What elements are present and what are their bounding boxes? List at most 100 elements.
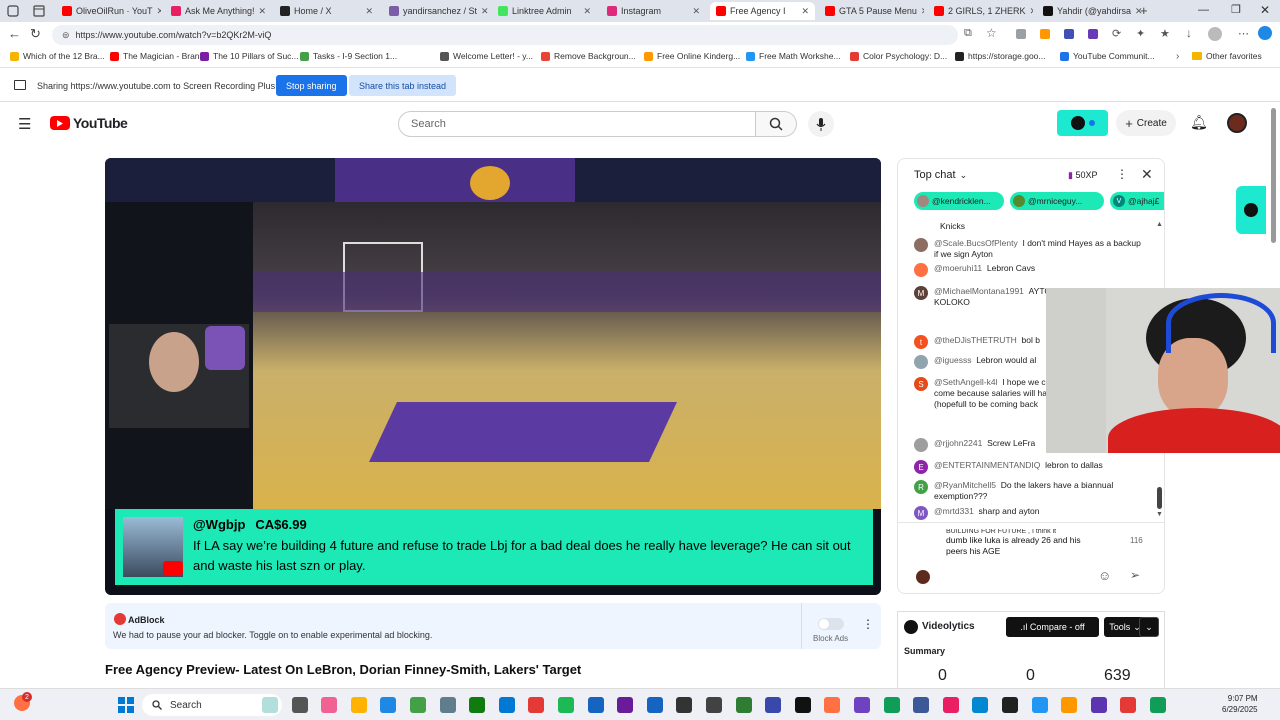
extension-icon[interactable] [1064, 29, 1074, 39]
chat-message[interactable]: @moeruhi11 Lebron Cavs [914, 263, 1144, 277]
close-tab-icon[interactable]: ✕ [801, 6, 809, 17]
taskbar-app-icon[interactable] [1002, 697, 1018, 713]
taskbar-app-icon[interactable] [1061, 697, 1078, 713]
browser-menu-icon[interactable] [6, 4, 20, 18]
new-tab-button[interactable]: + [1140, 3, 1148, 18]
taskbar-app-icon[interactable] [617, 697, 634, 713]
pinned-chip[interactable]: V @ajhaj£ [1110, 192, 1164, 210]
extensions-puzzle-icon[interactable]: ✦ [1136, 27, 1145, 40]
scroll-down-icon[interactable]: ▼ [1156, 511, 1163, 518]
taskbar-app-icon[interactable] [350, 697, 367, 713]
taskbar-app-icon[interactable] [765, 697, 782, 713]
scroll-up-icon[interactable]: ▲ [1156, 221, 1163, 228]
taskbar-app-icon[interactable] [1120, 697, 1137, 713]
browser-tab[interactable]: Yahdir (@yahdirsa ✕ [1037, 2, 1142, 20]
video-player[interactable]: @Wgbjp CA$6.99 If LA say we’re building … [105, 158, 881, 595]
taskbar-app-icon[interactable] [528, 697, 545, 713]
taskbar-app-icon[interactable] [854, 697, 870, 713]
hamburger-menu-icon[interactable]: ☰ [18, 115, 31, 133]
taskbar-app-icon[interactable] [706, 697, 722, 713]
url-field[interactable]: ⊜ https://www.youtube.com/watch?v=b2QKr2… [52, 25, 958, 45]
top-chat-dropdown[interactable]: Top chat ⌄ [914, 169, 967, 181]
bookmark-item[interactable]: The Magician - Bran... [110, 51, 207, 61]
taskbar-app-icon[interactable] [1090, 697, 1107, 713]
bookmark-item[interactable]: Free Online Kinderg... [644, 51, 740, 61]
browser-tab[interactable]: OliveOilRun · YouT ✕ [56, 2, 161, 20]
taskbar-app-icon[interactable] [410, 697, 426, 713]
close-tab-icon[interactable]: ✕ [921, 6, 924, 17]
extension-button[interactable] [1057, 110, 1108, 136]
taskbar-app-icon[interactable] [587, 697, 604, 713]
taskbar-app-icon[interactable] [942, 697, 959, 713]
chat-message[interactable]: @Scale.BucsOfPlenty I don't mind Hayes a… [914, 238, 1144, 260]
bookmark-item[interactable]: Tasks - I-9 Section 1... [300, 51, 397, 61]
profile-avatar[interactable] [1208, 27, 1222, 41]
reload-icon[interactable]: ↻ [30, 26, 41, 42]
taskbar-app-icon[interactable] [291, 697, 308, 713]
favorites-icon[interactable]: ★ [1160, 27, 1170, 40]
more-menu-icon[interactable]: ⋯ [1238, 27, 1249, 40]
chat-message[interactable]: E @ENTERTAINMENTANDIQ lebron to dallas [914, 460, 1144, 474]
browser-tab[interactable]: Ask Me Anything! ✕ [165, 2, 270, 20]
back-icon[interactable]: ← [8, 26, 21, 41]
close-chat-icon[interactable]: ✕ [1141, 166, 1153, 183]
stop-sharing-button[interactable]: Stop sharing [276, 75, 347, 96]
chat-message[interactable]: R @RyanMitchell5 Do the lakers have a bia… [914, 480, 1144, 502]
chat-menu-icon[interactable]: ⋮ [1116, 167, 1128, 181]
site-info-icon[interactable]: ⊜ [62, 30, 70, 41]
chevron-right-icon[interactable]: › [1176, 51, 1179, 62]
create-button[interactable]: + Create [1116, 110, 1176, 136]
extension-icon[interactable]: ⟳ [1112, 27, 1121, 40]
browser-tab[interactable]: Home / X ✕ [274, 2, 379, 20]
youtube-logo[interactable]: YouTube [50, 115, 128, 131]
bookmark-item[interactable]: Welcome Letter! - y... [440, 51, 533, 61]
taskbar-app-icon[interactable] [676, 697, 693, 713]
close-tab-icon[interactable]: ✕ [1030, 6, 1033, 17]
chat-scrollbar[interactable] [1157, 487, 1162, 509]
bookmark-item[interactable]: Color Psychology: D... [850, 51, 947, 61]
chat-message[interactable]: M @mrtd331 sharp and ayton [914, 506, 1144, 520]
taskbar-app-icon[interactable] [913, 697, 930, 713]
pinned-chip[interactable]: @kendricklen... [914, 192, 1004, 210]
taskbar-app-icon[interactable] [469, 697, 486, 713]
maximize-icon[interactable]: ❐ [1231, 3, 1241, 16]
collapse-button[interactable]: ⌄ [1139, 617, 1159, 637]
taskbar-app-icon[interactable] [883, 697, 900, 713]
minimize-icon[interactable]: — [1198, 4, 1209, 16]
taskbar-app-icon[interactable] [794, 697, 811, 713]
taskbar-app-icon[interactable] [646, 697, 663, 713]
bookmark-item[interactable]: Which of the 12 Bra... [10, 51, 105, 61]
taskbar-app-icon[interactable] [824, 697, 841, 713]
browser-tab[interactable]: yandirsanchez / St ✕ [383, 2, 488, 20]
copilot-icon[interactable] [1258, 26, 1272, 40]
browser-tab[interactable]: GTA 5 Pause Menu✕ [819, 2, 924, 20]
browser-tab[interactable]: Linktree Admin ✕ [492, 2, 597, 20]
install-icon[interactable]: ⧉ [964, 27, 972, 40]
compare-button[interactable]: .ıl Compare - off [1006, 617, 1099, 637]
account-avatar[interactable] [1227, 113, 1247, 133]
taskbar-app-icon[interactable] [321, 697, 338, 713]
close-tab-icon[interactable]: ✕ [481, 6, 488, 17]
close-tab-icon[interactable]: ✕ [365, 6, 373, 17]
browser-tab[interactable]: Instagram ✕ [601, 2, 706, 20]
extension-icon[interactable] [1016, 29, 1026, 39]
taskbar-app-icon[interactable] [972, 697, 989, 713]
bookmark-item[interactable]: https://storage.goo... [955, 51, 1046, 61]
taskbar-search[interactable]: Search [142, 694, 282, 716]
taskbar-app-icon[interactable] [380, 697, 397, 713]
close-tab-icon[interactable]: ✕ [157, 6, 161, 17]
bookmark-item[interactable]: Remove Backgroun... [541, 51, 636, 61]
taskbar-app-icon[interactable] [262, 697, 278, 713]
extension-icon[interactable] [1088, 29, 1098, 39]
emoji-icon[interactable]: ☺ [1098, 568, 1111, 583]
xp-badge[interactable]: ▮ 50XP [1068, 170, 1098, 181]
notifications-bell-icon[interactable]: 🔔︎ [1190, 114, 1208, 131]
bookmark-item[interactable]: Free Math Workshe... [746, 51, 841, 61]
page-scrollbar[interactable] [1271, 108, 1276, 243]
block-ads-toggle[interactable] [818, 618, 844, 630]
search-input[interactable]: Search [398, 111, 756, 137]
browser-tab[interactable]: 2 GIRLS, 1 ZHERK✕ [928, 2, 1033, 20]
taskbar-app-icon[interactable] [1031, 697, 1048, 713]
tab-actions-icon[interactable] [32, 4, 46, 18]
taskbar-app-icon[interactable] [439, 697, 456, 713]
